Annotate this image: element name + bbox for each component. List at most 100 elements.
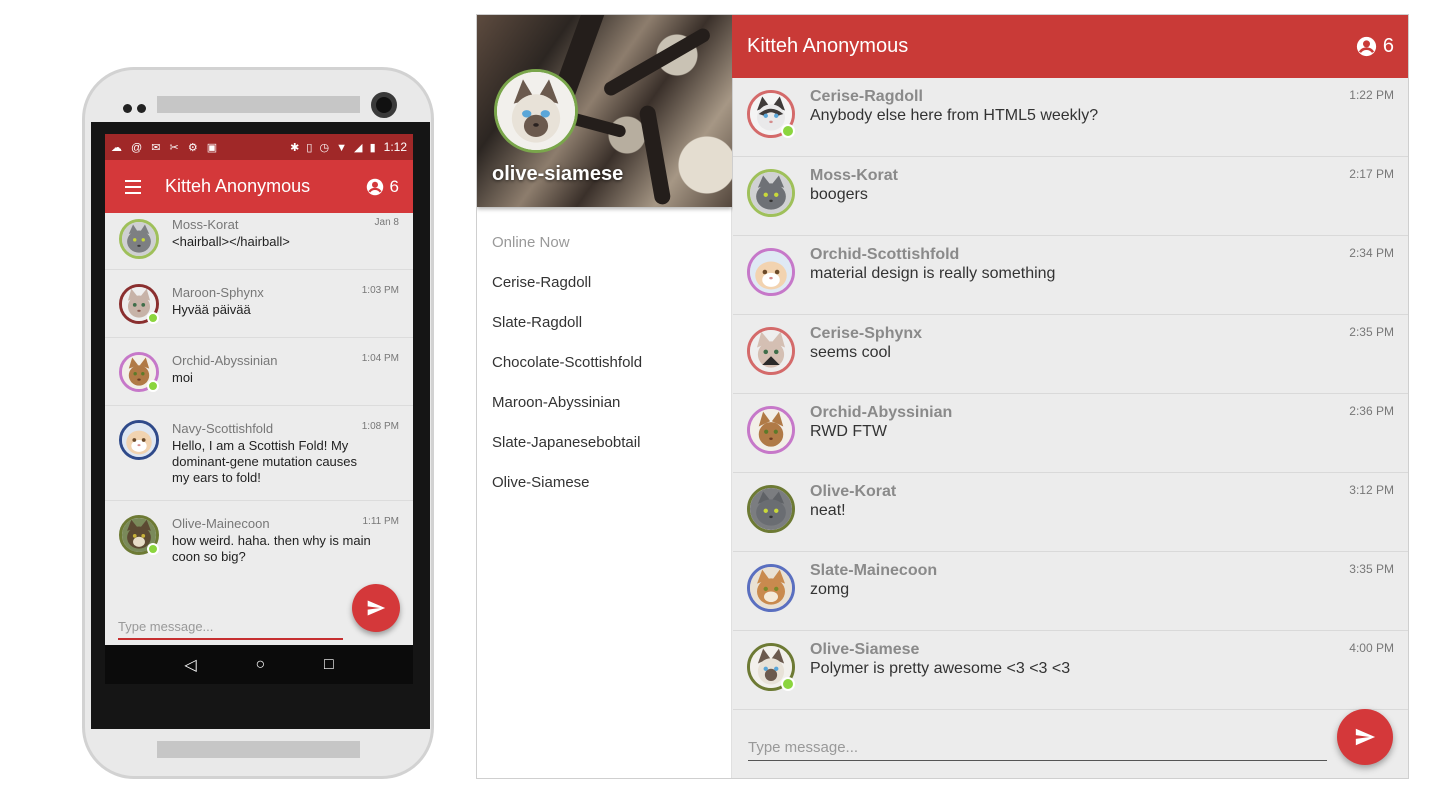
list-item[interactable]: Maroon-Sphynx Hyvää päivää 1:03 PM bbox=[105, 270, 413, 338]
message-time: 2:34 PM bbox=[1349, 246, 1394, 260]
cat-avatar-icon bbox=[750, 330, 792, 372]
sender-name: Navy-Scottishfold bbox=[172, 421, 274, 436]
message-text: zomg bbox=[810, 581, 850, 598]
avatar bbox=[747, 327, 795, 375]
send-button[interactable] bbox=[1337, 709, 1393, 765]
message-text: boogers bbox=[810, 186, 868, 203]
system-icons: ✱ ▯ ◷ ▼ ◢ ▮ bbox=[290, 141, 378, 154]
online-user-item[interactable]: Maroon-Abyssinian bbox=[492, 393, 642, 433]
cat-avatar-icon bbox=[750, 251, 792, 293]
online-status-dot bbox=[147, 380, 159, 392]
cat-avatar-icon bbox=[750, 409, 792, 451]
message-input[interactable]: Type message... bbox=[118, 619, 343, 640]
current-username: olive-siamese bbox=[492, 163, 624, 185]
list-item[interactable]: Orchid-Abyssinian RWD FTW 2:36 PM bbox=[733, 394, 1408, 473]
front-camera bbox=[371, 92, 397, 118]
cat-avatar-icon bbox=[750, 488, 792, 530]
message-input[interactable]: Type message... bbox=[748, 739, 1327, 761]
phone-screen: ☁ @ ✉ ✂ ⚙ ▣ ✱ ▯ ◷ ▼ ◢ ▮ 1:12 Kitteh Anon… bbox=[105, 134, 413, 684]
message-time: 1:08 PM bbox=[361, 421, 399, 432]
list-item[interactable]: Orchid-Abyssinian moi 1:04 PM bbox=[105, 338, 413, 406]
sensor-dot bbox=[137, 104, 146, 113]
list-item[interactable]: Navy-Scottishfold Hello, I am a Scottish… bbox=[105, 406, 413, 501]
message-time: 4:00 PM bbox=[1349, 641, 1394, 655]
sender-name: Maroon-Sphynx bbox=[172, 285, 264, 300]
online-user-item[interactable]: Chocolate-Scottishfold bbox=[492, 353, 642, 393]
sender-name: Cerise-Sphynx bbox=[810, 325, 923, 342]
online-user-item[interactable]: Olive-Siamese bbox=[492, 473, 642, 513]
avatar bbox=[747, 248, 795, 296]
online-user-item[interactable]: Slate-Japanesebobtail bbox=[492, 433, 642, 473]
list-item[interactable]: Slate-Mainecoon zomg 3:35 PM bbox=[733, 552, 1408, 631]
phone-app-bar: Kitteh Anonymous 6 bbox=[105, 160, 413, 213]
sender-name: Olive-Mainecoon bbox=[172, 516, 270, 531]
status-bar: ☁ @ ✉ ✂ ⚙ ▣ ✱ ▯ ◷ ▼ ◢ ▮ 1:12 bbox=[105, 134, 413, 160]
send-button[interactable] bbox=[352, 584, 400, 632]
online-count[interactable]: 6 bbox=[1356, 35, 1394, 58]
message-text: Hyvää päivää bbox=[172, 302, 251, 317]
drawer-header: olive-siamese bbox=[477, 15, 732, 207]
list-item[interactable]: Olive-Siamese Polymer is pretty awesome … bbox=[733, 631, 1408, 710]
bottom-speaker bbox=[157, 741, 360, 758]
android-nav-bar: ◁ ○ □ bbox=[105, 645, 413, 684]
recents-icon[interactable]: □ bbox=[324, 656, 334, 674]
account-circle-icon bbox=[1356, 36, 1376, 57]
menu-icon[interactable] bbox=[125, 179, 145, 194]
sensor-dot bbox=[123, 104, 132, 113]
cat-avatar-icon bbox=[122, 423, 156, 457]
online-count-value: 6 bbox=[389, 176, 399, 196]
message-text: seems cool bbox=[810, 344, 891, 361]
sender-name: Olive-Siamese bbox=[810, 641, 920, 658]
avatar bbox=[119, 420, 159, 460]
message-text: Hello, I am a Scottish Fold! My dominant… bbox=[172, 438, 358, 485]
message-time: Jan 8 bbox=[374, 217, 399, 228]
list-item[interactable]: Moss-Korat <hairball></hairball> Jan 8 bbox=[105, 213, 413, 270]
sender-name: Moss-Korat bbox=[810, 167, 899, 184]
message-time: 2:36 PM bbox=[1349, 404, 1394, 418]
message-text: neat! bbox=[810, 502, 846, 519]
online-user-item[interactable]: Slate-Ragdoll bbox=[492, 313, 642, 353]
avatar bbox=[747, 169, 795, 217]
message-time: 3:35 PM bbox=[1349, 562, 1394, 576]
list-item[interactable]: Olive-Mainecoon how weird. haha. then wh… bbox=[105, 501, 413, 577]
online-status-dot bbox=[147, 543, 159, 555]
sender-name: Moss-Korat bbox=[172, 217, 239, 232]
cat-avatar-icon bbox=[122, 222, 156, 256]
sender-name: Orchid-Abyssinian bbox=[810, 404, 953, 421]
desktop-message-list: Cerise-Ragdoll Anybody else here from HT… bbox=[733, 78, 1408, 710]
sender-name: Cerise-Ragdoll bbox=[810, 88, 923, 105]
list-item[interactable]: Olive-Korat neat! 3:12 PM bbox=[733, 473, 1408, 552]
cat-avatar-icon bbox=[497, 72, 575, 150]
sender-name: Slate-Mainecoon bbox=[810, 562, 938, 579]
list-item[interactable]: Cerise-Sphynx seems cool 2:35 PM bbox=[733, 315, 1408, 394]
online-status-dot bbox=[781, 124, 795, 138]
list-item[interactable]: Moss-Korat boogers 2:17 PM bbox=[733, 157, 1408, 236]
online-count[interactable]: 6 bbox=[366, 177, 399, 197]
online-count-value: 6 bbox=[1382, 35, 1394, 57]
back-icon[interactable]: ◁ bbox=[184, 655, 196, 675]
desktop-app-bar: Kitteh Anonymous 6 bbox=[732, 15, 1408, 78]
nav-drawer: olive-siamese Online Now Cerise-Ragdoll … bbox=[477, 15, 732, 778]
account-circle-icon bbox=[366, 178, 383, 195]
message-text: material design is really something bbox=[810, 265, 1056, 282]
message-text: Polymer is pretty awesome <3 <3 <3 bbox=[810, 660, 1071, 677]
desktop-app: olive-siamese Online Now Cerise-Ragdoll … bbox=[476, 14, 1409, 779]
app-title: Kitteh Anonymous bbox=[165, 176, 311, 196]
message-time: 2:35 PM bbox=[1349, 325, 1394, 339]
avatar bbox=[119, 219, 159, 259]
list-item[interactable]: Cerise-Ragdoll Anybody else here from HT… bbox=[733, 78, 1408, 157]
avatar bbox=[747, 485, 795, 533]
user-avatar[interactable] bbox=[494, 69, 578, 153]
sender-name: Olive-Korat bbox=[810, 483, 897, 500]
message-time: 1:11 PM bbox=[362, 516, 400, 527]
status-time: 1:12 bbox=[383, 140, 407, 154]
list-item[interactable]: Orchid-Scottishfold material design is r… bbox=[733, 236, 1408, 315]
message-time: 1:03 PM bbox=[361, 285, 399, 296]
message-time: 3:12 PM bbox=[1349, 483, 1394, 497]
phone-message-list: Moss-Korat <hairball></hairball> Jan 8 M… bbox=[105, 213, 413, 577]
send-icon bbox=[367, 600, 386, 616]
home-icon[interactable]: ○ bbox=[255, 656, 265, 674]
notification-icons: ☁ @ ✉ ✂ ⚙ ▣ bbox=[111, 141, 221, 154]
message-time: 1:04 PM bbox=[361, 353, 399, 364]
online-user-item[interactable]: Cerise-Ragdoll bbox=[492, 273, 642, 313]
